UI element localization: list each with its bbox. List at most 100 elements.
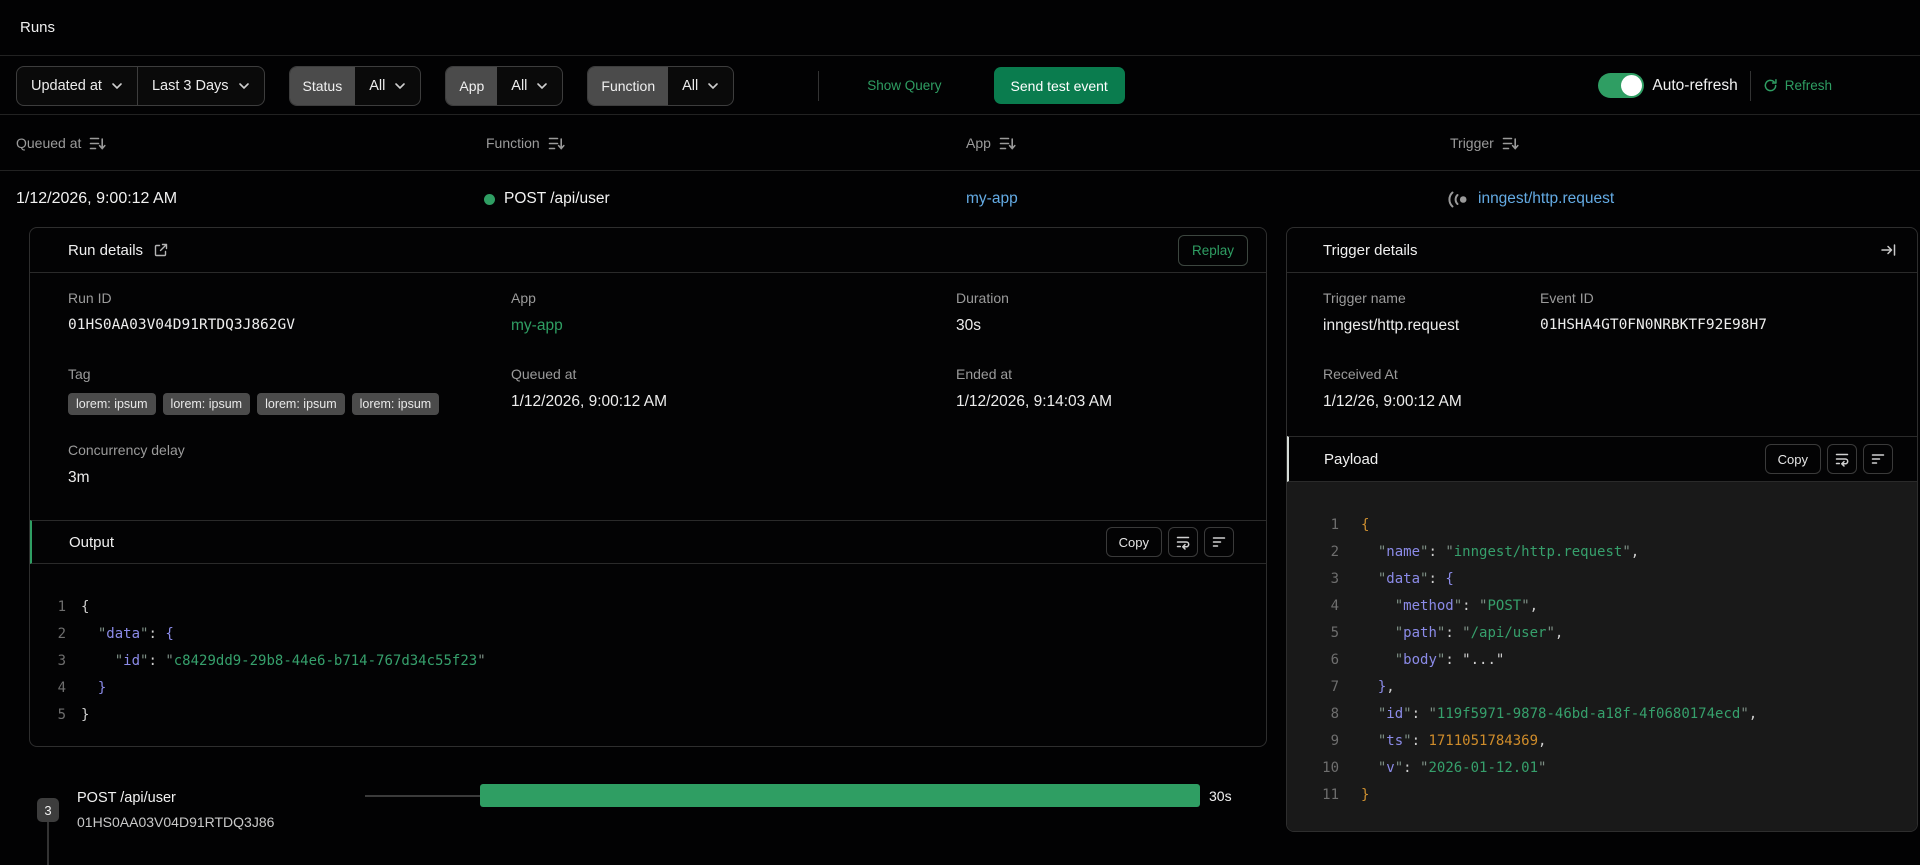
refresh-button[interactable]: Refresh [1763,78,1832,93]
bars-arrow-down-icon [548,137,565,150]
wrap-text-button[interactable] [1827,444,1857,474]
field-tag: Tag lorem: ipsum lorem: ipsum lorem: ipsum… [68,366,440,415]
function-filter-value: All [682,77,699,94]
field-queued-at: Queued at 1/12/2026, 9:00:12 AM [511,366,667,410]
app-filter-dropdown[interactable]: All [497,67,562,105]
wrap-text-icon [1176,536,1190,550]
payload-actions: Copy [1764,444,1893,474]
output-actions: Copy [1105,527,1234,557]
top-bar: Runs [0,0,1920,56]
bars-arrow-down-icon [999,137,1016,150]
format-lines-button[interactable] [1204,527,1234,557]
function-filter-dropdown[interactable]: All [668,67,733,105]
bars-arrow-down-icon [1502,137,1519,150]
replay-button[interactable]: Replay [1177,234,1248,266]
code-line: 7 }, [1330,679,1395,695]
wrap-text-button[interactable] [1168,527,1198,557]
code-line: 5 "path": "/api/user", [1330,625,1564,641]
column-header-queued-at[interactable]: Queued at [16,135,106,151]
payload-code-block: 1{ 2 "name": "inngest/http.request", 3 "da… [1287,482,1917,831]
column-header-trigger[interactable]: Trigger [1450,135,1519,151]
timeline-connector-horizontal [365,795,480,797]
filter-bar: Updated at Last 3 Days Status All App Al… [0,57,1920,115]
trigger-details-header: Trigger details [1287,228,1917,273]
copy-output-button[interactable]: Copy [1105,527,1162,557]
function-filter-label: Function [588,66,669,105]
time-filter-group: Updated at Last 3 Days [16,65,265,106]
run-table-row[interactable]: 1/12/2026, 9:00:12 AM POST /api/user my-… [0,172,1920,226]
status-filter-value: All [369,77,386,94]
refresh-label: Refresh [1784,78,1832,93]
field-run-id: Run ID 01HS0AA03V04D91RTDQ3J862GV [68,290,295,333]
output-title: Output [69,533,115,551]
tag-badge: lorem: ipsum [257,393,345,415]
row-app-link[interactable]: my-app [966,190,1018,208]
step-count-badge[interactable]: 3 [37,798,59,822]
timeline-connector-vertical [47,822,49,865]
field-received-at: Received At 1/12/26, 9:00:12 AM [1323,366,1462,410]
status-filter-label: Status [289,66,356,105]
tag-badge: lorem: ipsum [351,393,440,415]
code-line: 10 "v": "2026-01-12.01" [1322,760,1547,776]
webhook-signal-icon [1448,191,1467,207]
refresh-icon [1764,78,1777,92]
app-link[interactable]: my-app [511,317,563,335]
row-trigger-link[interactable]: inngest/http.request [1447,190,1614,208]
column-header-app[interactable]: App [966,135,1016,151]
field-ended-at: Ended at 1/12/2026, 9:14:03 AM [956,366,1112,410]
align-left-lines-icon [1871,454,1885,464]
event-id-value: 01HSHA4GT0FN0NRBKTF92E98H7 [1540,317,1767,333]
field-duration: Duration 30s [956,290,1009,334]
field-event-id: Event ID 01HSHA4GT0FN0NRBKTF92E98H7 [1540,290,1767,333]
code-line: 3 "id": "c8429dd9-29b8-44e6-b714-767d34c… [57,653,486,669]
send-test-event-button[interactable]: Send test event [993,67,1125,104]
code-line: 1{ [1330,517,1370,533]
status-filter-dropdown[interactable]: All [355,67,420,105]
arrow-right-to-line-icon [1881,244,1896,256]
external-link-icon[interactable] [153,242,169,258]
field-concurrency-delay: Concurrency delay 3m [68,442,185,486]
field-trigger-name: Trigger name inngest/http.request [1323,290,1460,334]
code-line: 2 "name": "inngest/http.request", [1330,544,1640,560]
timeline-run-id: 01HS0AA03V04D91RTDQ3J86 [77,814,275,830]
code-line: 2 "data": { [57,626,174,642]
time-field-dropdown[interactable]: Updated at [17,67,137,105]
collapse-panel-button[interactable] [1880,242,1897,258]
trigger-details-title: Trigger details [1323,241,1418,259]
timeline-step-name: POST /api/user [77,790,176,806]
column-header-function[interactable]: Function [486,135,565,151]
date-range-dropdown[interactable]: Last 3 Days [136,66,264,105]
row-queued-at: 1/12/2026, 9:00:12 AM [16,190,178,207]
auto-refresh-toggle[interactable] [1598,73,1645,98]
payload-title: Payload [1324,450,1379,468]
code-line: 4 } [57,680,107,696]
tag-list: lorem: ipsum lorem: ipsum lorem: ipsum lore… [68,393,440,415]
chevron-down-icon [238,82,249,89]
refresh-divider [1749,70,1751,101]
field-app: App my-app [511,290,563,335]
code-line: 1{ [57,599,90,615]
bars-arrow-down-icon [90,137,106,150]
code-line: 8 "id": "119f5971-9878-46bd-a18f-4f06801… [1330,706,1758,722]
app-filter-value: All [511,77,528,94]
run-details-panel: Run details Replay Run ID 01HS0AA03V04D9… [29,227,1267,747]
code-line: 5} [57,707,90,723]
auto-refresh-label: Auto-refresh [1652,76,1738,94]
timeline-duration-bar[interactable] [480,784,1200,807]
trigger-details-panel: Trigger details Trigger name inngest/htt… [1286,227,1918,832]
format-lines-button[interactable] [1863,444,1893,474]
output-section-header: Output Copy [30,520,1266,564]
runs-page: Runs Updated at Last 3 Days Status All A… [0,0,1920,865]
chevron-down-icon [537,82,548,89]
run-details-header: Run details Replay [30,228,1266,273]
row-function: POST /api/user [484,190,610,208]
copy-payload-button[interactable]: Copy [1764,444,1821,474]
app-filter-group: App All [445,65,564,106]
run-id-value: 01HS0AA03V04D91RTDQ3J862GV [68,317,295,333]
chevron-down-icon [708,82,719,89]
code-line: 3 "data": { [1330,571,1454,587]
wrap-text-icon [1835,453,1849,467]
show-query-button[interactable]: Show Query [867,78,941,93]
tag-badge: lorem: ipsum [68,393,156,415]
runs-table-header: Queued at Function App Trigger [0,116,1920,171]
